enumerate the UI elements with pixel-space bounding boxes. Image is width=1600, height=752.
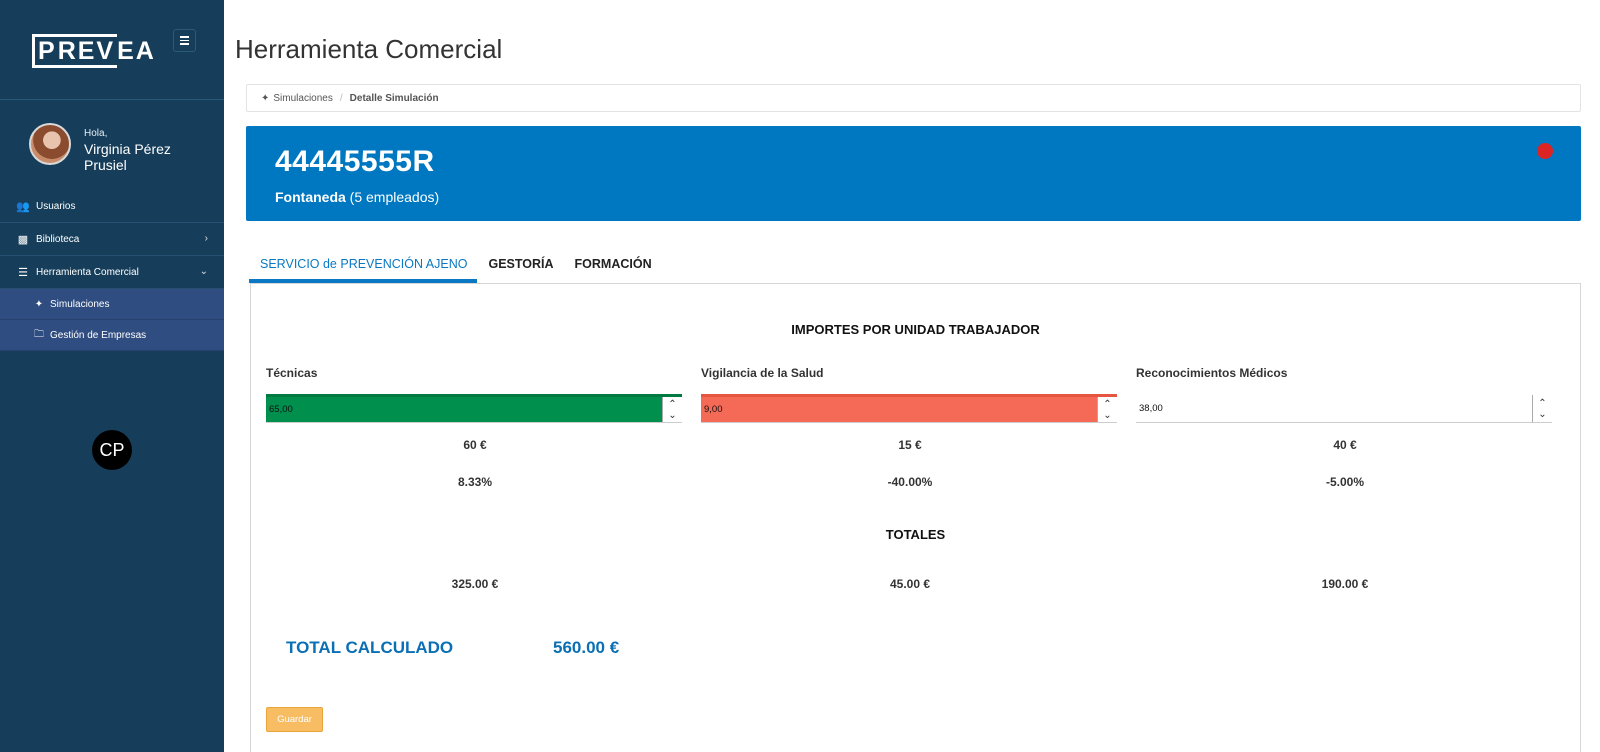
menu-toggle-button[interactable] <box>173 29 196 52</box>
label-tecnicas: Técnicas <box>266 366 318 380</box>
breadcrumb-separator: / <box>339 92 343 104</box>
tab-bar: SERVICIO de PREVENCIÓN AJENO GESTORÍA FO… <box>249 247 662 283</box>
vigilancia-salud-percent: -40.00% <box>887 475 933 489</box>
folder-icon: 🗀 <box>34 328 44 340</box>
input-value: 9,00 <box>704 404 723 415</box>
save-button[interactable]: Guardar <box>266 707 323 732</box>
tab-gestoria[interactable]: GESTORÍA <box>477 247 563 283</box>
breadcrumb-current: Detalle Simulación <box>349 92 439 104</box>
reconocimientos-medicos-percent: -5.00% <box>1325 475 1365 489</box>
reconocimientos-medicos-stepper[interactable]: ⌃ ⌄ <box>1532 395 1552 422</box>
tab-label: SERVICIO de PREVENCIÓN AJENO <box>260 257 468 271</box>
archive-icon: ▩ <box>17 233 29 246</box>
prevea-logo[interactable]: P REV EA <box>32 33 156 69</box>
magic-wand-icon: ✦ <box>261 92 270 104</box>
breadcrumb-link-simulaciones[interactable]: Simulaciones <box>273 93 332 104</box>
chevron-down-icon[interactable]: ⌄ <box>668 410 676 421</box>
tab-panel: IMPORTES POR UNIDAD TRABAJADOR Técnicas … <box>250 283 1581 752</box>
company-banner: 44445555R Fontaneda (5 empleados) <box>246 126 1581 221</box>
sidebar-subitem-simulaciones[interactable]: ✦ Simulaciones <box>0 289 224 320</box>
logo-letters-end: EA <box>117 37 156 65</box>
tab-formacion[interactable]: FORMACIÓN <box>564 247 662 283</box>
hamburger-icon-line <box>180 39 189 42</box>
logo-area: P REV EA <box>0 0 224 100</box>
company-cif: 44445555R <box>275 145 435 178</box>
employee-count: (5 empleados) <box>349 189 440 205</box>
vigilancia-salud-stepper[interactable]: ⌃ ⌄ <box>1097 397 1117 422</box>
user-name: Virginia Pérez Prusiel <box>84 141 171 173</box>
sidebar-item-usuarios[interactable]: 👥 Usuarios <box>0 190 224 223</box>
reconocimientos-medicos-total: 190.00 € <box>1321 577 1369 591</box>
breadcrumb: ✦ Simulaciones / Detalle Simulación <box>246 84 1581 112</box>
total-calculado-label: TOTAL CALCULADO <box>286 638 454 657</box>
greeting: Hola, <box>84 128 108 139</box>
tecnicas-total: 325.00 € <box>451 577 499 591</box>
logo-letters: REV <box>57 34 118 68</box>
section-title-totales: TOTALES <box>885 527 946 542</box>
tecnicas-input[interactable]: 65,00 ⌃ ⌄ <box>266 394 682 423</box>
sidebar-subitem-label: Simulaciones <box>50 298 110 310</box>
chevron-right-icon: › <box>204 233 208 244</box>
list-icon: ☰ <box>18 266 28 279</box>
user-initials-badge[interactable]: CP <box>92 430 132 470</box>
sidebar-item-herramienta-comercial[interactable]: ☰ Herramienta Comercial ⌄ <box>0 256 224 289</box>
sidebar-item-label: Biblioteca <box>36 233 80 245</box>
label-vigilancia-salud: Vigilancia de la Salud <box>701 366 824 380</box>
company-name: Fontaneda <box>275 189 346 205</box>
input-value: 38,00 <box>1139 403 1163 414</box>
vigilancia-salud-total: 45.00 € <box>889 577 931 591</box>
total-calculado-value: 560.00 € <box>553 638 620 657</box>
chevron-up-icon[interactable]: ⌃ <box>1538 398 1546 409</box>
user-panel: Hola, Virginia Pérez Prusiel <box>0 100 224 190</box>
sidebar-subitem-label: Gestión de Empresas <box>50 329 147 341</box>
tab-label: GESTORÍA <box>488 257 554 271</box>
magic-wand-icon: ✦ <box>34 298 44 310</box>
tab-servicio-prevencion[interactable]: SERVICIO de PREVENCIÓN AJENO <box>249 247 478 283</box>
input-value: 65,00 <box>269 404 293 415</box>
status-indicator <box>1537 143 1553 159</box>
page-title: Herramienta Comercial <box>235 34 503 64</box>
sidebar-item-label: Usuarios <box>36 200 76 212</box>
vigilancia-salud-price: 15 € <box>898 438 922 452</box>
logo-letter: P <box>32 34 58 68</box>
sidebar-subitem-gestion-empresas[interactable]: 🗀 Gestión de Empresas <box>0 320 224 351</box>
tab-label: FORMACIÓN <box>574 257 652 271</box>
hamburger-icon-line <box>180 43 189 45</box>
hamburger-icon <box>180 36 189 38</box>
sidebar-item-biblioteca[interactable]: ▩ Biblioteca › <box>0 223 224 256</box>
chevron-down-icon[interactable]: ⌄ <box>1103 410 1111 421</box>
avatar[interactable] <box>29 123 71 165</box>
reconocimientos-medicos-input[interactable]: 38,00 ⌃ ⌄ <box>1136 394 1552 423</box>
sidebar: P REV EA Hola, Virginia Pérez Prusiel 👥 Us… <box>0 0 224 752</box>
chevron-down-icon: ⌄ <box>199 266 208 277</box>
vigilancia-salud-input[interactable]: 9,00 ⌃ ⌄ <box>701 394 1117 423</box>
chevron-up-icon[interactable]: ⌃ <box>1103 399 1111 410</box>
tecnicas-stepper[interactable]: ⌃ ⌄ <box>662 397 682 422</box>
label-reconocimientos-medicos: Reconocimientos Médicos <box>1136 366 1288 380</box>
company-info: Fontaneda (5 empleados) <box>275 189 439 205</box>
users-icon: 👥 <box>16 200 30 213</box>
section-title-importes: IMPORTES POR UNIDAD TRABAJADOR <box>791 322 1040 337</box>
reconocimientos-medicos-price: 40 € <box>1333 438 1357 452</box>
sidebar-item-label: Herramienta Comercial <box>36 266 139 278</box>
chevron-up-icon[interactable]: ⌃ <box>668 399 676 410</box>
tecnicas-percent: 8.33% <box>457 475 493 489</box>
tecnicas-price: 60 € <box>463 438 487 452</box>
chevron-down-icon[interactable]: ⌄ <box>1538 409 1546 420</box>
